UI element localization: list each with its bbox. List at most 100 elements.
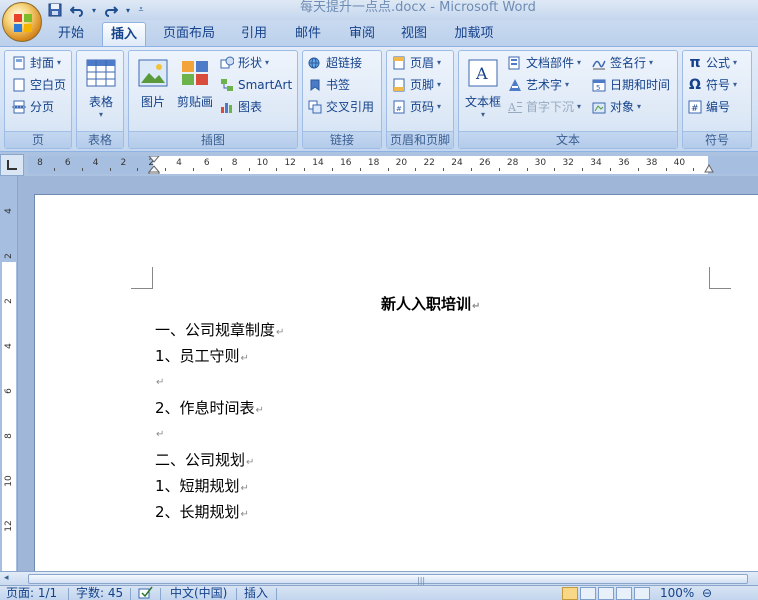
margin-corner-left <box>131 267 153 289</box>
zoom-out-icon[interactable]: ⊖ <box>702 586 712 600</box>
doc-line-6[interactable]: 二、公司规划↵ <box>155 449 254 470</box>
textbox-button[interactable]: A 文本框 ▾ <box>463 57 503 119</box>
document-area[interactable]: 新人入职培训↵ 一、公司规章制度↵ 1、员工守则↵ ↵ 2、作息时间表↵ ↵ 二… <box>18 176 758 571</box>
ruler-tick-mark <box>276 168 278 171</box>
ruler-tick-label: 26 <box>479 158 491 168</box>
clipart-icon <box>179 57 211 89</box>
tab-references[interactable]: 引用 <box>232 22 276 46</box>
document-title[interactable]: 新人入职培训↵ <box>381 293 480 314</box>
outline-view-button[interactable] <box>616 587 632 600</box>
scroll-left-icon[interactable]: ◂ <box>4 573 9 583</box>
ribbon: 封面 ▾ 空白页 分页 页 表格 ▾ 表格 图片 剪贴画 形状 ▾ SmartA… <box>0 46 758 152</box>
bookmark-button[interactable]: 书签 <box>307 75 350 95</box>
status-language[interactable]: 中文(中国) <box>170 586 227 600</box>
date-time-button[interactable]: 5 日期和时间 <box>591 75 670 95</box>
doc-line-8[interactable]: 2、长期规划↵ <box>155 501 249 522</box>
page-number-button[interactable]: # 页码 ▾ <box>391 97 441 117</box>
numbering-button[interactable]: # 编号 <box>687 97 730 117</box>
tab-home[interactable]: 开始 <box>50 22 92 46</box>
signature-line-button[interactable]: 签名行 ▾ <box>591 53 653 73</box>
horizontal-ruler[interactable]: 8 6 4 2 2 4 6 8 10 12 14 16 18 20 22 24 26 28 30 32 34 36 38 40 <box>28 156 758 174</box>
doc-line-4[interactable]: 2、作息时间表↵ <box>155 397 264 418</box>
ruler-tick-label: 18 <box>367 158 380 168</box>
status-page[interactable]: 页面: 1/1 <box>6 586 57 600</box>
office-button[interactable] <box>2 2 42 42</box>
ruler-tick-label: 40 <box>673 158 686 168</box>
save-icon[interactable] <box>46 2 64 18</box>
tab-view[interactable]: 视图 <box>392 22 436 46</box>
quick-parts-button[interactable]: 文档部件 ▾ <box>507 53 581 73</box>
doc-line-7[interactable]: 1、短期规划↵ <box>155 475 249 496</box>
indent-marker-icon[interactable] <box>148 156 160 174</box>
blank-page-button[interactable]: 空白页 <box>11 75 66 95</box>
doc-line-2[interactable]: 1、员工守则↵ <box>155 345 249 366</box>
right-indent-marker-icon[interactable] <box>704 164 714 174</box>
group-label-header-footer: 页眉和页脚 <box>387 131 453 148</box>
tab-review[interactable]: 审阅 <box>340 22 384 46</box>
redo-icon[interactable] <box>102 2 120 18</box>
cross-reference-button[interactable]: 交叉引用 <box>307 97 374 117</box>
tab-selector[interactable] <box>0 154 24 176</box>
draft-view-button[interactable] <box>634 587 650 600</box>
scrollbar-thumb[interactable]: ||| <box>28 574 748 585</box>
group-illustrations: 图片 剪贴画 形状 ▾ SmartArt 图表 插图 <box>128 50 298 149</box>
zoom-level[interactable]: 100% <box>660 586 694 600</box>
hyperlink-button[interactable]: 超链接 <box>307 53 362 73</box>
ruler-tick-mark <box>304 168 306 171</box>
vertical-ruler[interactable]: 4 2 2 4 6 8 10 12 <box>0 176 18 571</box>
full-screen-reading-view-button[interactable] <box>580 587 596 600</box>
doc-line-3[interactable]: ↵ <box>155 371 164 389</box>
footer-button[interactable]: 页脚 ▾ <box>391 75 441 95</box>
group-text: A 文本框 ▾ 文档部件 ▾ 艺术字 ▾ A 首字下沉 ▾ 签名行 ▾ 5 日期和时间 … <box>458 50 678 149</box>
undo-dropdown-icon[interactable]: ▾ <box>90 2 98 18</box>
picture-button[interactable]: 图片 <box>135 57 171 110</box>
chart-button[interactable]: 图表 <box>219 97 262 117</box>
ruler-tick-mark <box>498 168 500 171</box>
table-button[interactable]: 表格 ▾ <box>83 57 119 119</box>
page-number-icon: # <box>391 99 407 115</box>
ruler-tick-mark <box>582 168 584 171</box>
redo-dropdown-icon[interactable]: ▾ <box>124 2 132 18</box>
equation-button[interactable]: π 公式 ▾ <box>687 53 737 73</box>
office-logo-icon <box>14 14 32 32</box>
doc-line-5[interactable]: ↵ <box>155 423 164 441</box>
quick-parts-icon <box>507 55 523 71</box>
ruler-tick-mark <box>387 168 389 171</box>
tab-mailings[interactable]: 邮件 <box>286 22 330 46</box>
chevron-down-icon: ▾ <box>733 80 738 89</box>
document-page[interactable]: 新人入职培训↵ 一、公司规章制度↵ 1、员工守则↵ ↵ 2、作息时间表↵ ↵ 二… <box>34 194 758 571</box>
group-label-text: 文本 <box>459 131 677 148</box>
shapes-button[interactable]: 形状 ▾ <box>219 53 269 73</box>
ruler-tick-mark <box>220 168 222 171</box>
page-break-button[interactable]: 分页 <box>11 97 54 117</box>
tab-insert[interactable]: 插入 <box>102 22 146 46</box>
window-title: 每天提升一点点.docx - Microsoft Word <box>300 0 536 15</box>
wordart-button[interactable]: 艺术字 ▾ <box>507 75 569 95</box>
proofing-check-icon[interactable] <box>138 586 154 600</box>
status-word-count[interactable]: 字数: 45 <box>76 586 123 600</box>
customize-qat-icon[interactable]: ⩡ <box>136 2 146 18</box>
undo-icon[interactable] <box>68 2 86 18</box>
ruler-tick-label: 8 <box>231 158 238 168</box>
cover-page-button[interactable]: 封面 ▾ <box>11 53 61 73</box>
drop-cap-button[interactable]: A 首字下沉 ▾ <box>507 97 581 117</box>
ruler-tick-mark <box>248 168 250 171</box>
object-button[interactable]: 对象 ▾ <box>591 97 641 117</box>
tab-page-layout[interactable]: 页面布局 <box>156 22 222 46</box>
tab-addins[interactable]: 加载项 <box>446 22 502 46</box>
status-insert-mode[interactable]: 插入 <box>244 586 268 600</box>
header-button[interactable]: 页眉 ▾ <box>391 53 441 73</box>
smartart-button[interactable]: SmartArt <box>219 75 292 95</box>
web-layout-view-button[interactable] <box>598 587 614 600</box>
cover-page-icon <box>11 55 27 71</box>
chevron-down-icon: ▾ <box>265 58 270 67</box>
doc-line-1[interactable]: 一、公司规章制度↵ <box>155 319 284 340</box>
horizontal-scrollbar[interactable]: ◂ ||| <box>0 571 758 585</box>
status-separator <box>276 588 277 600</box>
textbox-icon: A <box>467 57 499 89</box>
print-layout-view-button[interactable] <box>562 587 578 600</box>
ruler-tick-mark <box>665 168 667 171</box>
clipart-button[interactable]: 剪贴画 <box>175 57 215 110</box>
symbol-button[interactable]: Ω 符号 ▾ <box>687 75 737 95</box>
margin-corner-right <box>709 267 731 289</box>
